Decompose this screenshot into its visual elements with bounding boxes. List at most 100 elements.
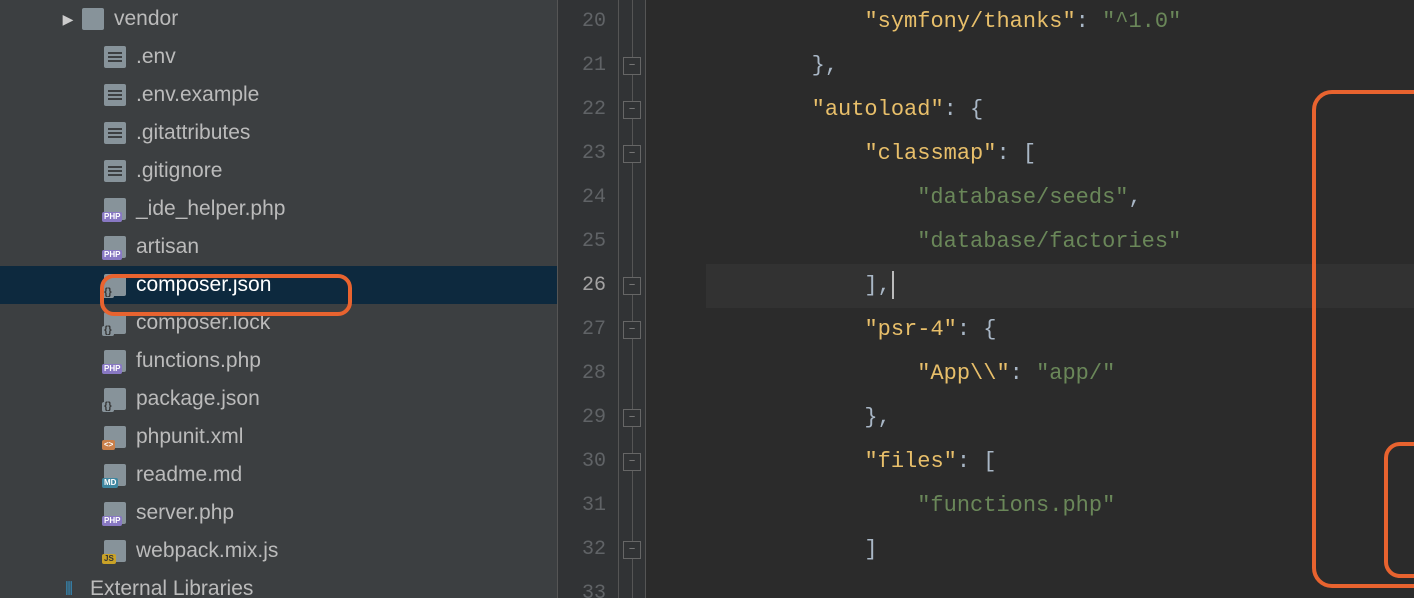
line-number[interactable]: 28 xyxy=(558,352,606,396)
fold-toggle-icon[interactable]: − xyxy=(623,541,641,559)
line-number[interactable]: 33 xyxy=(558,572,606,598)
code-area[interactable]: "symfony/thanks": "^1.0" }, "autoload": … xyxy=(646,0,1414,598)
code-line[interactable]: }, xyxy=(706,44,1414,88)
tree-item-label: package.json xyxy=(136,387,260,411)
tree-item[interactable]: server.php xyxy=(0,494,557,532)
code-line[interactable]: "classmap": [ xyxy=(706,132,1414,176)
php-icon xyxy=(104,198,126,220)
code-line[interactable]: "autoload": { xyxy=(706,88,1414,132)
code-line[interactable]: "psr-4": { xyxy=(706,308,1414,352)
tree-item[interactable]: artisan xyxy=(0,228,557,266)
line-number-gutter[interactable]: 2021222324252627282930313233 xyxy=(558,0,618,598)
php-icon xyxy=(104,502,126,524)
tree-item[interactable]: .gitignore xyxy=(0,152,557,190)
json-icon xyxy=(104,312,126,334)
line-number[interactable]: 22 xyxy=(558,88,606,132)
code-token xyxy=(706,185,917,210)
code-token xyxy=(706,449,864,474)
xml-icon xyxy=(104,426,126,448)
code-line[interactable]: "files": [ xyxy=(706,440,1414,484)
line-number[interactable]: 30 xyxy=(558,440,606,484)
code-token xyxy=(706,493,917,518)
line-number[interactable]: 23 xyxy=(558,132,606,176)
json-icon xyxy=(104,388,126,410)
tree-item[interactable]: package.json xyxy=(0,380,557,418)
file-icon xyxy=(104,84,126,106)
folder-icon xyxy=(82,8,104,30)
tree-item[interactable]: .env xyxy=(0,38,557,76)
tree-item-label: artisan xyxy=(136,235,199,259)
tree-item-label: .gitignore xyxy=(136,159,222,183)
code-line[interactable]: ], xyxy=(706,264,1414,308)
code-token: "symfony/thanks" xyxy=(864,9,1075,34)
tree-item[interactable]: phpunit.xml xyxy=(0,418,557,456)
code-line[interactable]: }, xyxy=(706,396,1414,440)
code-token: "database/factories" xyxy=(917,229,1181,254)
code-token: , xyxy=(1128,185,1141,210)
line-number[interactable]: 21 xyxy=(558,44,606,88)
fold-toggle-icon[interactable]: − xyxy=(623,57,641,75)
file-icon xyxy=(104,46,126,68)
code-token: }, xyxy=(706,53,838,78)
code-token: : [ xyxy=(996,141,1036,166)
code-token: "database/seeds" xyxy=(917,185,1128,210)
tree-item-label: .env xyxy=(136,45,176,69)
code-line[interactable]: "functions.php" xyxy=(706,484,1414,528)
ide-window: ▶ vendor .env .env.example .gitattributes .gi… xyxy=(0,0,1414,598)
code-line[interactable] xyxy=(706,572,1414,598)
tree-item[interactable]: _ide_helper.php xyxy=(0,190,557,228)
line-number[interactable]: 32 xyxy=(558,528,606,572)
tree-item-label: composer.json xyxy=(136,273,271,297)
code-line[interactable]: ] xyxy=(706,528,1414,572)
code-line[interactable]: "database/factories" xyxy=(706,220,1414,264)
code-token: : { xyxy=(944,97,984,122)
tree-item[interactable]: functions.php xyxy=(0,342,557,380)
code-token: "^1.0" xyxy=(1102,9,1181,34)
fold-toggle-icon[interactable]: − xyxy=(623,145,641,163)
code-editor[interactable]: 2021222324252627282930313233 − − − − − − − − "s… xyxy=(558,0,1414,598)
tree-item-label: readme.md xyxy=(136,463,242,487)
line-number[interactable]: 24 xyxy=(558,176,606,220)
json-icon xyxy=(104,274,126,296)
fold-toggle-icon[interactable]: − xyxy=(623,277,641,295)
tree-item[interactable]: .gitattributes xyxy=(0,114,557,152)
tree-item[interactable]: webpack.mix.js xyxy=(0,532,557,570)
tree-item[interactable]: .env.example xyxy=(0,76,557,114)
tree-item-label: composer.lock xyxy=(136,311,270,335)
tree-item[interactable]: ▶ vendor xyxy=(0,0,557,38)
fold-toggle-icon[interactable]: − xyxy=(623,321,641,339)
fold-toggle-icon[interactable]: − xyxy=(623,409,641,427)
tree-item-label: vendor xyxy=(114,7,178,31)
line-number[interactable]: 25 xyxy=(558,220,606,264)
line-number[interactable]: 20 xyxy=(558,0,606,44)
code-line[interactable]: "symfony/thanks": "^1.0" xyxy=(706,0,1414,44)
library-icon: ⫴ xyxy=(58,578,80,598)
code-token: "app/" xyxy=(1036,361,1115,386)
file-icon xyxy=(104,160,126,182)
tree-item[interactable]: composer.lock xyxy=(0,304,557,342)
external-libraries-node[interactable]: ⫴ External Libraries xyxy=(0,570,557,598)
code-token: ], xyxy=(706,273,891,298)
expand-arrow-icon[interactable]: ▶ xyxy=(58,11,78,28)
tree-item-label: .env.example xyxy=(136,83,259,107)
fold-strip[interactable]: − − − − − − − − xyxy=(618,0,646,598)
code-token: "App\\" xyxy=(917,361,1009,386)
code-line[interactable]: "database/seeds", xyxy=(706,176,1414,220)
fold-toggle-icon[interactable]: − xyxy=(623,101,641,119)
external-libraries-label: External Libraries xyxy=(90,577,253,598)
line-number[interactable]: 27 xyxy=(558,308,606,352)
tree-item-label: .gitattributes xyxy=(136,121,250,145)
tree-item[interactable]: readme.md xyxy=(0,456,557,494)
line-number[interactable]: 31 xyxy=(558,484,606,528)
fold-toggle-icon[interactable]: − xyxy=(623,453,641,471)
code-token xyxy=(706,317,864,342)
code-token xyxy=(706,361,917,386)
code-token: "files" xyxy=(864,449,956,474)
line-number[interactable]: 29 xyxy=(558,396,606,440)
code-token: "classmap" xyxy=(864,141,996,166)
project-tree[interactable]: ▶ vendor .env .env.example .gitattributes .gi… xyxy=(0,0,558,598)
tree-item[interactable]: composer.json xyxy=(0,266,557,304)
line-number[interactable]: 26 xyxy=(558,264,606,308)
text-caret xyxy=(892,271,894,299)
code-line[interactable]: "App\\": "app/" xyxy=(706,352,1414,396)
